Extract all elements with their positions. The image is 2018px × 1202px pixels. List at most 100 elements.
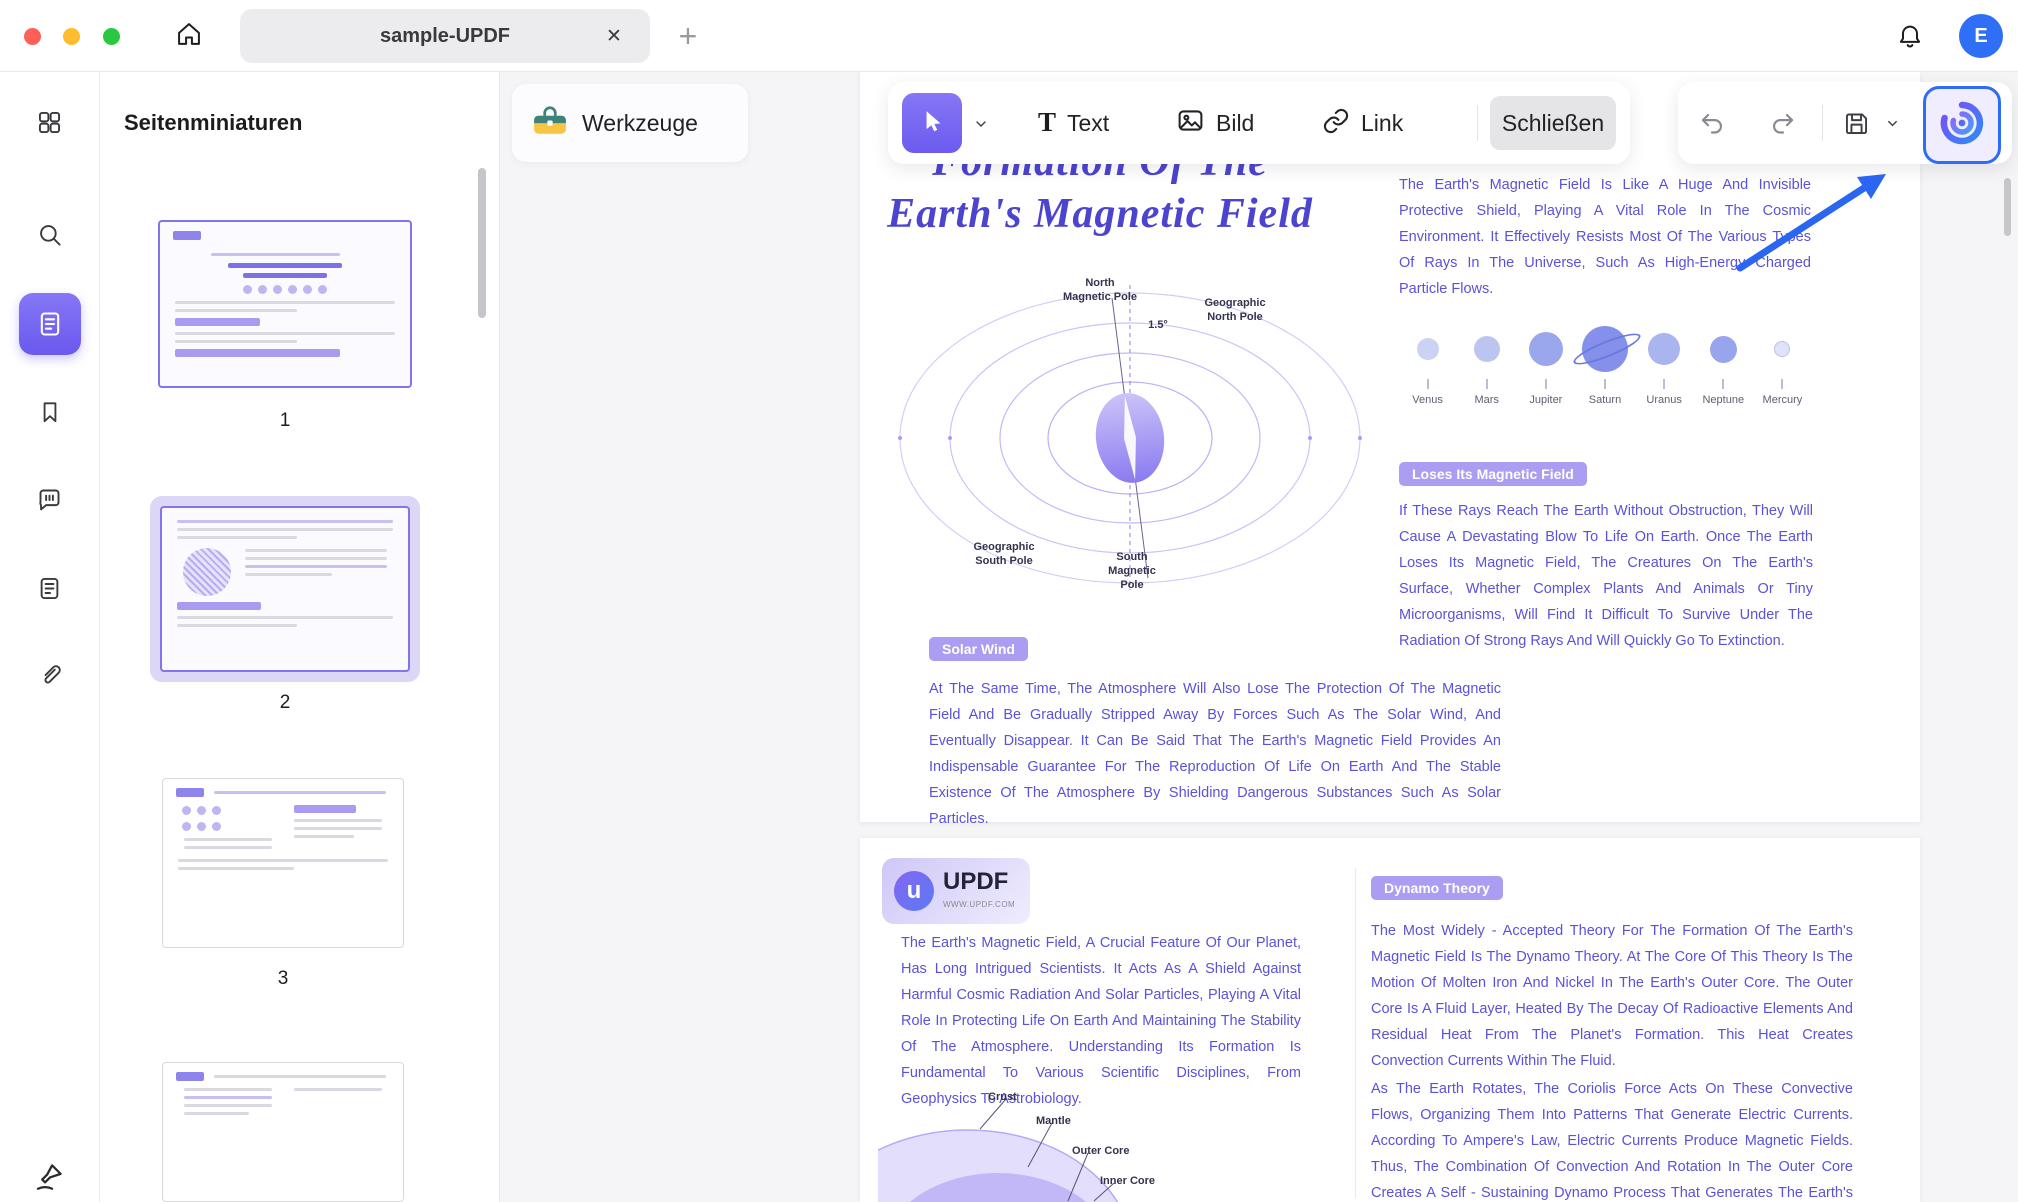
planet-tick xyxy=(1722,379,1725,389)
solar-wind-paragraph: At The Same Time, The Atmosphere Will Al… xyxy=(929,681,1501,827)
link-tool-button[interactable]: Link xyxy=(1322,93,1403,153)
ai-swirl-icon xyxy=(1938,99,1986,152)
planet-item: Mercury xyxy=(1753,322,1812,422)
updf-logo-text: UPDF xyxy=(943,868,1009,895)
zoom-window-button[interactable] xyxy=(103,28,120,45)
planet-label: Venus xyxy=(1412,394,1443,406)
planet-tick xyxy=(1663,379,1666,389)
preview-line xyxy=(294,819,382,822)
label-geographic-north-pole: Geographic North Pole xyxy=(1204,297,1266,323)
preview-line xyxy=(245,557,387,560)
save-dropdown[interactable] xyxy=(1882,109,1902,137)
link-tool-label: Link xyxy=(1361,109,1404,136)
planet-tick xyxy=(1781,379,1784,389)
label-south-magnetic-pole: South Magnetic Pole xyxy=(1108,551,1156,591)
preview-line xyxy=(184,1112,249,1115)
close-window-button[interactable] xyxy=(24,28,41,45)
planet-circle xyxy=(1416,338,1439,360)
preview-logo xyxy=(176,788,204,797)
notifications-button[interactable] xyxy=(1892,20,1928,56)
preview-line xyxy=(175,309,297,312)
user-avatar[interactable]: E xyxy=(1959,14,2003,58)
attachments-button[interactable] xyxy=(28,652,72,696)
planet-item: Venus xyxy=(1398,322,1457,422)
toolbar-divider xyxy=(1822,105,1823,141)
preview-badge xyxy=(175,349,341,357)
thumbnail-page-number: 2 xyxy=(279,692,291,713)
thumbnail-page-3[interactable] xyxy=(162,778,404,948)
preview-line xyxy=(294,827,382,830)
thumbnails-scrollbar[interactable] xyxy=(478,168,486,318)
updf-logo-icon: u xyxy=(894,871,934,911)
preview-row xyxy=(176,1083,390,1120)
home-button[interactable] xyxy=(164,12,214,60)
preview-line xyxy=(184,1096,272,1099)
updf-logo: u UPDF WWW.UPDF.COM xyxy=(882,858,1030,924)
save-button[interactable] xyxy=(1842,109,1870,137)
preview-line xyxy=(294,1088,382,1091)
planet-tick xyxy=(1485,379,1488,389)
preview-line xyxy=(294,835,354,838)
dynamo-theory-badge: Dynamo Theory xyxy=(1371,876,1503,900)
thumbnail-page-2[interactable] xyxy=(160,506,410,672)
planet-circle xyxy=(1473,336,1500,362)
preview-line xyxy=(184,1088,272,1091)
planet-item: Jupiter xyxy=(1516,322,1575,422)
preview-line xyxy=(245,549,387,552)
image-tool-button[interactable]: Bild xyxy=(1176,93,1254,153)
preview-line xyxy=(184,1104,272,1107)
signature-button[interactable] xyxy=(28,1154,72,1198)
pdf-page-2[interactable]: u UPDF WWW.UPDF.COM The Earth's Magnetic… xyxy=(860,838,1920,1202)
preview-line xyxy=(178,867,295,870)
planet-size-chart: Venus Mars Jupiter Saturn Uranus Neptune… xyxy=(1398,322,1812,422)
tab-close-icon[interactable]: ✕ xyxy=(600,22,628,50)
updf-window: sample-UPDF ✕ + E Seitenminiaturen 1 2 3… xyxy=(0,0,2018,1202)
undo-button[interactable] xyxy=(1698,109,1726,137)
planet-tick xyxy=(1603,379,1606,389)
updf-logo-url: WWW.UPDF.COM xyxy=(943,900,1016,909)
schliessen-button[interactable]: Schließen xyxy=(1490,96,1616,150)
redo-button[interactable] xyxy=(1768,109,1796,137)
thumbnail-page-4[interactable] xyxy=(162,1062,404,1202)
preview-title-line xyxy=(228,263,342,268)
minimize-window-button[interactable] xyxy=(63,28,80,45)
werkzeuge-button[interactable]: Werkzeuge xyxy=(512,84,748,162)
annotations-button[interactable] xyxy=(28,566,72,610)
preview-badge xyxy=(175,318,260,326)
home-icon xyxy=(175,20,203,53)
preview-line xyxy=(175,332,395,335)
label-geographic-south-pole: Geographic South Pole xyxy=(973,541,1035,567)
document-tab[interactable]: sample-UPDF ✕ xyxy=(240,9,650,63)
preview-line xyxy=(178,859,388,862)
text-tool-button[interactable]: T Text xyxy=(1038,93,1109,153)
label-axis-angle: 1.5° xyxy=(1148,319,1168,331)
loses-magnetic-field-badge: Loses Its Magnetic Field xyxy=(1399,462,1587,486)
planet-item: Mars xyxy=(1457,322,1516,422)
new-tab-button[interactable]: + xyxy=(668,16,708,56)
preview-diagram xyxy=(183,548,231,596)
grid-view-button[interactable] xyxy=(28,100,72,144)
thumbnail-page-1[interactable] xyxy=(158,220,412,388)
planet-label: Mercury xyxy=(1762,394,1803,406)
select-tool-dropdown[interactable] xyxy=(970,113,992,135)
search-button[interactable] xyxy=(28,212,72,256)
image-tool-icon xyxy=(1176,106,1205,140)
planet-circle xyxy=(1581,326,1628,372)
schliessen-label: Schließen xyxy=(1501,109,1605,136)
select-tool-button[interactable] xyxy=(902,93,962,153)
image-tool-label: Bild xyxy=(1216,109,1255,136)
loses-paragraph: If These Rays Reach The Earth Without Ob… xyxy=(1399,503,1813,649)
preview-title-line xyxy=(242,273,328,278)
thumbnails-panel-title: Seitenminiaturen xyxy=(124,110,303,135)
preview-line xyxy=(177,528,393,531)
updf-ai-button[interactable] xyxy=(1923,86,2001,164)
pdf-page-1[interactable]: Formation Of The Earth's Magnetic Field … xyxy=(860,72,1920,827)
planet-label: Uranus xyxy=(1646,394,1682,406)
page-thumbnails-button[interactable] xyxy=(18,293,81,355)
thumbnail-preview xyxy=(169,515,401,663)
bookmarks-button[interactable] xyxy=(28,390,72,434)
preview-line xyxy=(177,536,297,539)
comments-button[interactable] xyxy=(28,477,72,521)
planet-item: Saturn xyxy=(1575,322,1634,422)
window-scrollbar[interactable] xyxy=(2004,178,2011,236)
